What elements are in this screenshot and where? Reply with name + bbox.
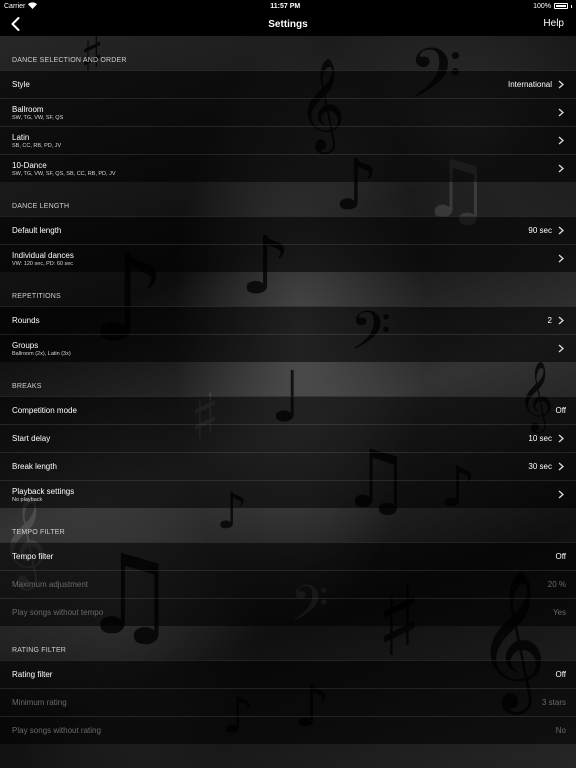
start-delay-value: 10 sec xyxy=(528,434,552,443)
ten-dance-subtitle: SW, TG, VW, SF, QS, SB, CC, RB, PD, JV xyxy=(12,170,116,177)
minimum-rating-row: Minimum rating 3 stars xyxy=(0,688,576,716)
section-header-dance-selection: DANCE SELECTION AND ORDER xyxy=(12,57,127,64)
songs-without-rating-label: Play songs without rating xyxy=(12,726,101,735)
chevron-right-icon xyxy=(556,254,566,264)
style-row[interactable]: Style International xyxy=(0,70,576,98)
section-header-breaks: BREAKS xyxy=(12,383,42,390)
playback-settings-row[interactable]: Playback settings No playback xyxy=(0,480,576,508)
groups-label: Groups xyxy=(12,340,39,350)
battery-tip xyxy=(570,4,572,8)
individual-dances-label: Individual dances xyxy=(12,250,74,260)
rounds-value: 2 xyxy=(547,316,552,325)
groups-row[interactable]: Groups Ballroom (2x), Latin (3x) xyxy=(0,334,576,362)
rating-filter-value: Off xyxy=(555,670,566,679)
style-label: Style xyxy=(12,80,30,89)
ballroom-label: Ballroom xyxy=(12,104,44,114)
break-length-label: Break length xyxy=(12,462,57,471)
songs-without-rating-row: Play songs without rating No xyxy=(0,716,576,744)
chevron-left-icon xyxy=(11,17,19,31)
chevron-right-icon xyxy=(556,316,566,326)
back-button[interactable] xyxy=(8,16,22,32)
chevron-right-icon xyxy=(556,226,566,236)
battery-percent: 100% xyxy=(533,2,551,10)
ten-dance-row[interactable]: 10-Dance SW, TG, VW, SF, QS, SB, CC, RB,… xyxy=(0,154,576,182)
carrier-label: Carrier xyxy=(4,2,26,10)
maximum-adjustment-value: 20 % xyxy=(547,580,566,589)
default-length-row[interactable]: Default length 90 sec xyxy=(0,216,576,244)
songs-without-rating-value: No xyxy=(555,726,566,735)
help-button[interactable]: Help xyxy=(543,18,564,29)
chevron-right-icon xyxy=(556,164,566,174)
rounds-row[interactable]: Rounds 2 xyxy=(0,306,576,334)
navigation-bar: Settings Help xyxy=(0,12,576,36)
tempo-filter-value: Off xyxy=(555,552,566,561)
individual-dances-row[interactable]: Individual dances VW: 120 sec, PD: 60 se… xyxy=(0,244,576,272)
maximum-adjustment-label: Maximum adjustment xyxy=(12,580,89,589)
rating-filter-label: Rating filter xyxy=(12,670,53,679)
default-length-value: 90 sec xyxy=(528,226,552,235)
section-header-tempo-filter: TEMPO FILTER xyxy=(12,529,65,536)
start-delay-row[interactable]: Start delay 10 sec xyxy=(0,424,576,452)
latin-row[interactable]: Latin SB, CC, RB, PD, JV xyxy=(0,126,576,154)
section-header-rating-filter: RATING FILTER xyxy=(12,647,67,654)
songs-without-tempo-row: Play songs without tempo Yes xyxy=(0,598,576,626)
rating-filter-row[interactable]: Rating filter Off xyxy=(0,660,576,688)
tempo-filter-label: Tempo filter xyxy=(12,552,54,561)
individual-dances-subtitle: VW: 120 sec, PD: 60 sec xyxy=(12,260,74,267)
chevron-right-icon xyxy=(556,490,566,500)
ten-dance-label: 10-Dance xyxy=(12,160,47,170)
groups-subtitle: Ballroom (2x), Latin (3x) xyxy=(12,350,71,357)
tempo-filter-row[interactable]: Tempo filter Off xyxy=(0,542,576,570)
page-title: Settings xyxy=(268,18,308,30)
playback-settings-label: Playback settings xyxy=(12,486,75,496)
start-delay-label: Start delay xyxy=(12,434,51,443)
chevron-right-icon xyxy=(556,434,566,444)
section-header-dance-length: DANCE LENGTH xyxy=(12,203,70,210)
chevron-right-icon xyxy=(556,344,566,354)
competition-mode-value: Off xyxy=(555,406,566,415)
break-length-row[interactable]: Break length 30 sec xyxy=(0,452,576,480)
songs-without-tempo-value: Yes xyxy=(552,608,566,617)
ballroom-subtitle: SW, TG, VW, SF, QS xyxy=(12,114,64,121)
settings-list: DANCE SELECTION AND ORDER Style Internat… xyxy=(0,36,576,744)
playback-settings-subtitle: No playback xyxy=(12,496,43,503)
ballroom-row[interactable]: Ballroom SW, TG, VW, SF, QS xyxy=(0,98,576,126)
default-length-label: Default length xyxy=(12,226,62,235)
competition-mode-row[interactable]: Competition mode Off xyxy=(0,396,576,424)
rounds-label: Rounds xyxy=(12,316,40,325)
status-bar: Carrier 11:57 PM 100% xyxy=(0,0,576,12)
section-header-repetitions: REPETITIONS xyxy=(12,293,61,300)
status-time: 11:57 PM xyxy=(270,2,301,10)
status-right: 100% xyxy=(533,3,572,10)
status-left: Carrier xyxy=(4,1,38,11)
break-length-value: 30 sec xyxy=(528,462,552,471)
latin-label: Latin xyxy=(12,132,30,142)
latin-subtitle: SB, CC, RB, PD, JV xyxy=(12,142,62,149)
songs-without-tempo-label: Play songs without tempo xyxy=(12,608,104,617)
style-value: International xyxy=(507,80,552,89)
minimum-rating-value: 3 stars xyxy=(541,698,566,707)
chevron-right-icon xyxy=(556,136,566,146)
chevron-right-icon xyxy=(556,80,566,90)
maximum-adjustment-row: Maximum adjustment 20 % xyxy=(0,570,576,598)
chevron-right-icon xyxy=(556,108,566,118)
chevron-right-icon xyxy=(556,462,566,472)
minimum-rating-label: Minimum rating xyxy=(12,698,67,707)
wifi-icon xyxy=(28,1,38,11)
competition-mode-label: Competition mode xyxy=(12,406,77,415)
battery-icon xyxy=(553,3,568,9)
